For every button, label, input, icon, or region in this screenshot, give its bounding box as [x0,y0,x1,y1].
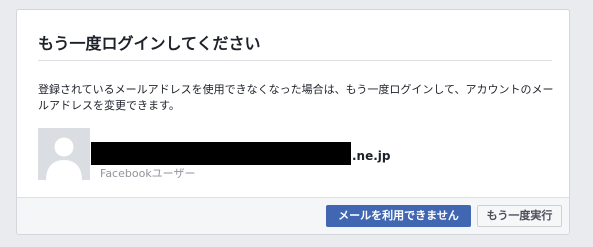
dialog-header: もう一度ログインしてください [17,10,569,65]
default-profile-icon [38,128,90,180]
dialog-footer: メールを利用できません もう一度実行 [17,197,569,234]
account-row: .ne.jp Facebookユーザー [38,128,558,182]
dialog-message: 登録されているメールアドレスを使用できなくなった場合は、もう一度ログインして、ア… [38,83,554,112]
retry-button[interactable]: もう一度実行 [477,205,562,227]
header-divider [38,60,552,61]
avatar [38,128,90,180]
relogin-dialog: もう一度ログインしてください 登録されているメールアドレスを使用できなくなった場… [16,9,570,235]
email-unavailable-button[interactable]: メールを利用できません [326,205,471,227]
redacted-email-block [91,142,351,165]
dialog-title: もう一度ログインしてください [38,34,261,53]
account-subtitle: Facebookユーザー [100,167,196,180]
account-email: .ne.jp [352,149,391,163]
